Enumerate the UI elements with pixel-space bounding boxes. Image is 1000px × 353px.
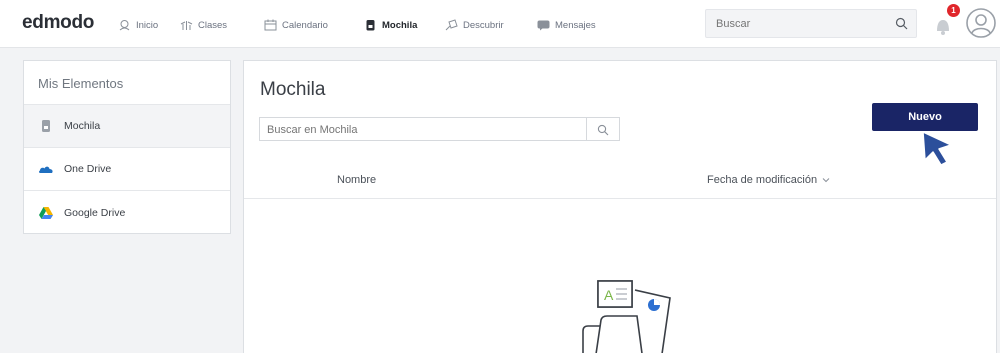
search-icon[interactable] <box>895 17 908 30</box>
search-icon[interactable] <box>597 123 609 136</box>
global-search-input[interactable] <box>716 16 886 32</box>
nav-label: Mochila <box>382 19 418 31</box>
global-search <box>705 9 917 38</box>
column-header-name[interactable]: Nombre <box>337 174 376 186</box>
sidebar-item-label: One Drive <box>64 163 112 175</box>
sidebar-item-mochila[interactable]: Mochila <box>24 105 230 148</box>
sidebar: Mis Elementos Mochila One Drive Google D… <box>23 60 231 234</box>
column-header-modified[interactable]: Fecha de modificación <box>707 174 830 186</box>
nav-label: Clases <box>198 19 228 31</box>
calendar-icon <box>264 19 277 31</box>
chevron-down-icon <box>822 174 830 186</box>
nav-item-calendario[interactable]: Calendario <box>264 16 328 34</box>
nav-label: Descubrir <box>463 19 504 31</box>
backpack-icon <box>364 19 377 31</box>
backpack-search-input[interactable] <box>267 122 577 137</box>
edmodo-logo[interactable]: edmodo <box>22 12 94 34</box>
nav-item-inicio[interactable]: Inicio <box>118 16 158 34</box>
top-navbar: edmodo Inicio Clases Calendario Mochila … <box>0 0 1000 48</box>
sidebar-item-one-drive[interactable]: One Drive <box>24 148 230 191</box>
sidebar-item-label: Mochila <box>64 120 101 132</box>
column-header-label: Fecha de modificación <box>707 174 818 186</box>
nav-item-mochila[interactable]: Mochila <box>364 16 417 34</box>
new-button[interactable]: Nuevo <box>872 103 978 131</box>
svg-text:A: A <box>604 287 614 303</box>
home-icon <box>118 19 131 31</box>
messages-icon <box>537 19 550 31</box>
page-title: Mochila <box>260 79 326 100</box>
table-header: Nombre Fecha de modificación <box>244 159 996 199</box>
nav-label: Calendario <box>282 19 328 31</box>
google-drive-icon <box>38 206 54 220</box>
nav-item-mensajes[interactable]: Mensajes <box>537 16 596 34</box>
classes-icon <box>180 19 193 31</box>
notifications-bell-icon[interactable] <box>933 14 953 36</box>
notification-badge: 1 <box>947 4 960 17</box>
backpack-search <box>259 117 620 141</box>
nav-item-descubrir[interactable]: Descubrir <box>445 16 504 34</box>
nav-item-clases[interactable]: Clases <box>180 16 227 34</box>
main-panel: Mochila Nuevo Nombre Fecha de modificaci… <box>243 60 997 353</box>
user-avatar-icon[interactable] <box>966 8 996 38</box>
empty-files-illustration-icon: A <box>577 276 677 353</box>
nav-label: Mensajes <box>555 19 596 31</box>
sidebar-item-label: Google Drive <box>64 206 126 219</box>
backpack-icon <box>38 119 54 133</box>
nav-label: Inicio <box>136 19 159 31</box>
sidebar-title: Mis Elementos <box>24 61 230 105</box>
search-divider <box>586 118 587 140</box>
discover-icon <box>445 19 458 31</box>
sidebar-item-google-drive[interactable]: Google Drive <box>24 191 230 234</box>
onedrive-icon <box>38 162 54 176</box>
